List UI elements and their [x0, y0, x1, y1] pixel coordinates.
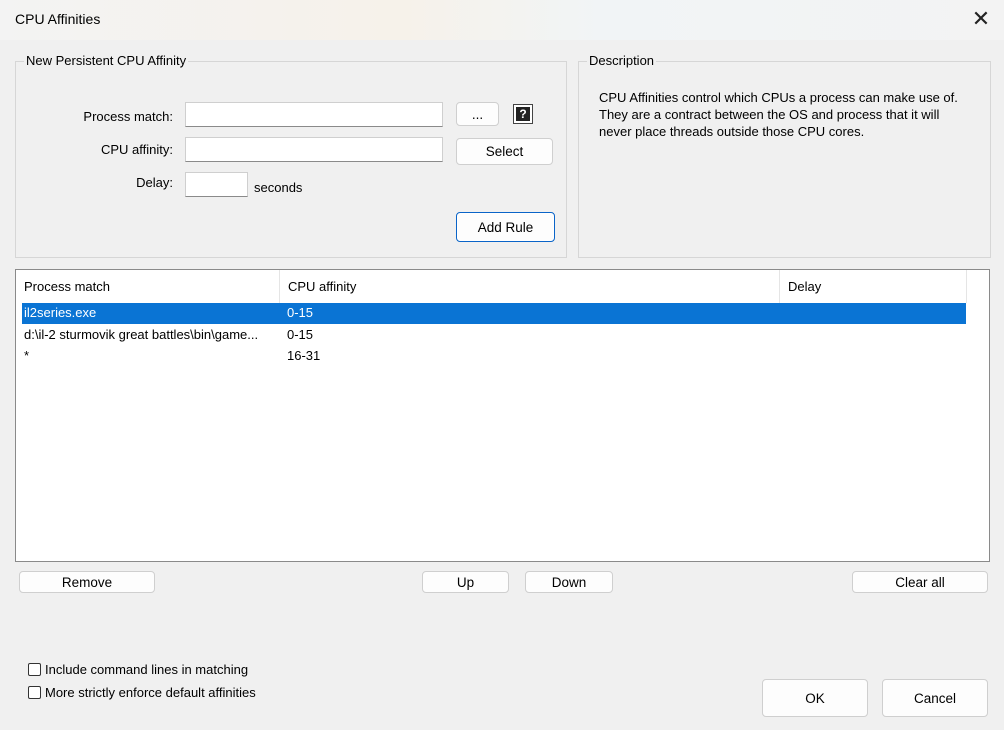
- window-title: CPU Affinities: [15, 11, 101, 27]
- delay-input[interactable]: [185, 172, 248, 197]
- cancel-button[interactable]: Cancel: [882, 679, 988, 717]
- ok-button[interactable]: OK: [762, 679, 868, 717]
- strict-defaults-option[interactable]: More strictly enforce default affinities: [28, 685, 256, 700]
- description-group: Description CPU Affinities control which…: [578, 53, 991, 258]
- delay-units: seconds: [254, 180, 303, 195]
- down-button[interactable]: Down: [525, 571, 613, 593]
- up-button[interactable]: Up: [422, 571, 509, 593]
- title-bar: CPU Affinities ✕: [0, 0, 1004, 40]
- column-process-match[interactable]: Process match: [16, 270, 280, 303]
- help-icon-glyph: ?: [516, 107, 530, 121]
- row-cpu-affinity: 16-31: [287, 348, 321, 363]
- include-cmdlines-checkbox[interactable]: [28, 663, 41, 676]
- row-process-match: d:\il-2 sturmovik great battles\bin\game…: [24, 327, 259, 342]
- table-row[interactable]: * 16-31: [22, 346, 966, 367]
- include-cmdlines-label: Include command lines in matching: [45, 662, 249, 677]
- list-header: Process match CPU affinity Delay: [16, 270, 989, 303]
- row-cpu-affinity: 0-15: [287, 327, 314, 342]
- delay-label: Delay:: [136, 175, 173, 190]
- rules-list[interactable]: Process match CPU affinity Delay il2seri…: [15, 269, 990, 562]
- clear-all-button[interactable]: Clear all: [852, 571, 988, 593]
- select-button[interactable]: Select: [456, 138, 553, 165]
- help-icon[interactable]: ?: [513, 104, 533, 124]
- new-affinity-group: New Persistent CPU Affinity Process matc…: [15, 53, 567, 258]
- row-process-match: il2series.exe: [24, 305, 97, 320]
- cpu-affinity-input[interactable]: [185, 137, 443, 162]
- browse-button[interactable]: ...: [456, 102, 499, 126]
- add-rule-button[interactable]: Add Rule: [456, 212, 555, 242]
- include-cmdlines-option[interactable]: Include command lines in matching: [28, 662, 248, 677]
- description-group-title: Description: [587, 53, 657, 68]
- strict-defaults-checkbox[interactable]: [28, 686, 41, 699]
- close-icon[interactable]: ✕: [958, 0, 1004, 38]
- description-text: CPU Affinities control which CPUs a proc…: [599, 90, 958, 139]
- process-match-input[interactable]: [185, 102, 443, 127]
- new-affinity-group-title: New Persistent CPU Affinity: [24, 53, 189, 68]
- column-cpu-affinity[interactable]: CPU affinity: [280, 270, 780, 303]
- table-row[interactable]: il2series.exe 0-15: [22, 303, 966, 324]
- cpu-affinities-dialog: CPU Affinities ✕ New Persistent CPU Affi…: [0, 0, 1004, 730]
- strict-defaults-label: More strictly enforce default affinities: [45, 685, 256, 700]
- table-row[interactable]: d:\il-2 sturmovik great battles\bin\game…: [22, 325, 966, 346]
- remove-button[interactable]: Remove: [19, 571, 155, 593]
- process-match-label: Process match:: [83, 109, 173, 124]
- column-delay[interactable]: Delay: [780, 270, 967, 303]
- cpu-affinity-label: CPU affinity:: [100, 142, 173, 157]
- row-cpu-affinity: 0-15: [287, 305, 314, 320]
- row-process-match: *: [24, 348, 30, 363]
